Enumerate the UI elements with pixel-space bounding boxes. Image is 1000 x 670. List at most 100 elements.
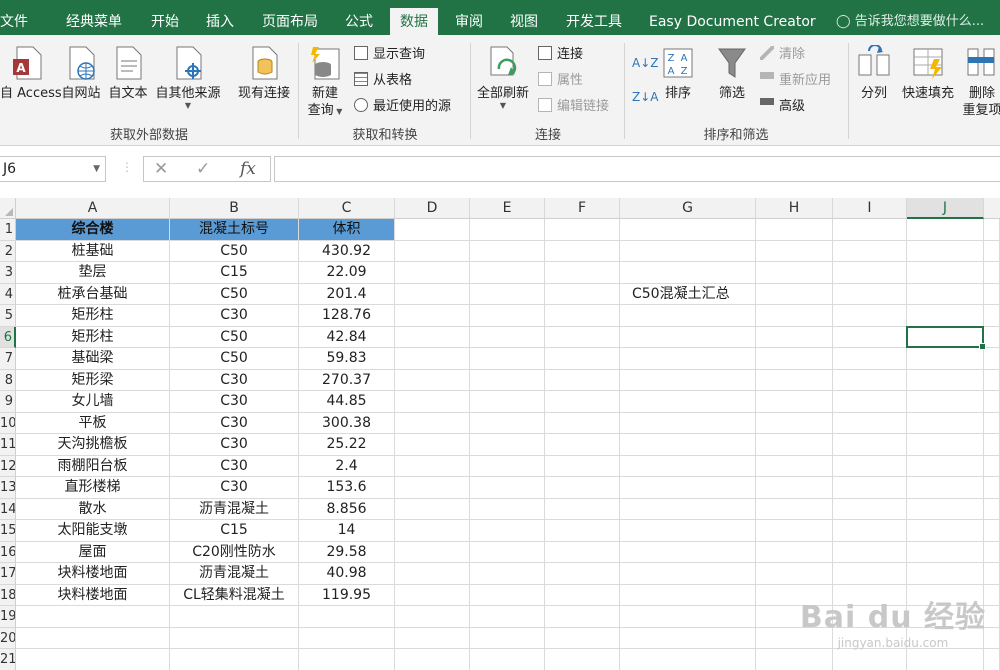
grid-cell[interactable]: [470, 477, 545, 499]
grid-cell[interactable]: [756, 219, 833, 241]
grid-cell[interactable]: [984, 326, 1000, 348]
grid-cell[interactable]: [470, 391, 545, 413]
row-header[interactable]: 13: [0, 477, 16, 499]
grid-cell[interactable]: [470, 563, 545, 585]
grid-cell[interactable]: [395, 520, 470, 542]
tab-developer[interactable]: 开发工具: [566, 0, 622, 35]
grid-cell[interactable]: [620, 649, 756, 670]
grid-cell[interactable]: [984, 348, 1000, 370]
grid-cell[interactable]: [470, 219, 545, 241]
grid-cell[interactable]: [395, 434, 470, 456]
advanced-filter-button[interactable]: 高级: [760, 97, 805, 117]
grid-cell[interactable]: [984, 498, 1000, 520]
grid-cell[interactable]: [833, 391, 907, 413]
grid-cell[interactable]: [620, 305, 756, 327]
grid-cell[interactable]: [299, 627, 395, 649]
table-cell[interactable]: 270.37: [299, 369, 395, 391]
grid-cell[interactable]: [16, 627, 170, 649]
grid-cell[interactable]: [545, 412, 620, 434]
grid-cell[interactable]: [395, 412, 470, 434]
table-cell[interactable]: 天沟挑檐板: [16, 434, 170, 456]
table-cell[interactable]: 太阳能支墩: [16, 520, 170, 542]
grid-cell[interactable]: [907, 305, 984, 327]
tab-home[interactable]: 开始: [151, 0, 179, 35]
grid-cell[interactable]: [907, 369, 984, 391]
column-header-a[interactable]: A: [16, 198, 170, 219]
table-cell[interactable]: 沥青混凝土: [170, 498, 299, 520]
row-header[interactable]: 10: [0, 412, 16, 434]
table-cell[interactable]: 矩形梁: [16, 369, 170, 391]
grid-cell[interactable]: [545, 649, 620, 670]
grid-cell[interactable]: [545, 477, 620, 499]
table-cell[interactable]: C30: [170, 412, 299, 434]
grid-cell[interactable]: [833, 369, 907, 391]
table-cell[interactable]: 2.4: [299, 455, 395, 477]
grid-cell[interactable]: [395, 391, 470, 413]
sort-button[interactable]: Z A A Z 排序: [660, 45, 696, 102]
grid-cell[interactable]: [907, 412, 984, 434]
cancel-icon[interactable]: ✕: [154, 159, 168, 179]
grid-cell[interactable]: [470, 455, 545, 477]
row-header[interactable]: 1: [0, 219, 16, 241]
grid-cell[interactable]: [984, 477, 1000, 499]
grid-cell[interactable]: [545, 348, 620, 370]
row-header[interactable]: 18: [0, 584, 16, 606]
grid-cell[interactable]: [620, 391, 756, 413]
grid-cell[interactable]: [395, 455, 470, 477]
table-cell[interactable]: 基础梁: [16, 348, 170, 370]
grid-cell[interactable]: [170, 606, 299, 628]
table-cell[interactable]: 14: [299, 520, 395, 542]
table-cell[interactable]: 201.4: [299, 283, 395, 305]
insert-function-icon[interactable]: fx: [240, 159, 256, 179]
grid-cell[interactable]: [984, 412, 1000, 434]
grid-cell[interactable]: [984, 520, 1000, 542]
table-cell[interactable]: 8.856: [299, 498, 395, 520]
row-header[interactable]: 19: [0, 606, 16, 628]
grid-cell[interactable]: [756, 283, 833, 305]
grid-cell[interactable]: [833, 649, 907, 670]
grid-cell[interactable]: [620, 455, 756, 477]
clear-filter-button[interactable]: 清除: [760, 45, 805, 65]
row-header[interactable]: 16: [0, 541, 16, 563]
tab-page-layout[interactable]: 页面布局: [262, 0, 318, 35]
table-cell[interactable]: C30: [170, 434, 299, 456]
grid-cell[interactable]: [620, 541, 756, 563]
grid-cell[interactable]: [907, 219, 984, 241]
grid-cell[interactable]: [833, 262, 907, 284]
row-header[interactable]: 6: [0, 326, 16, 348]
grid-cell[interactable]: [984, 305, 1000, 327]
grid-cell[interactable]: [170, 627, 299, 649]
table-cell[interactable]: 44.85: [299, 391, 395, 413]
from-other-sources-button[interactable]: 自其他来源 ▼: [152, 45, 224, 110]
table-cell[interactable]: 桩基础: [16, 240, 170, 262]
grid-cell[interactable]: [756, 434, 833, 456]
existing-connections-button[interactable]: 现有连接: [232, 45, 296, 102]
grid-cell[interactable]: [833, 498, 907, 520]
grid-cell[interactable]: [756, 391, 833, 413]
name-box[interactable]: J6 ▼: [0, 156, 106, 182]
grid-cell[interactable]: [395, 240, 470, 262]
grid-cell[interactable]: [907, 455, 984, 477]
new-query-button[interactable]: 新建 查询 ▼: [302, 45, 348, 120]
grid-cell[interactable]: [756, 262, 833, 284]
grid-cell[interactable]: [545, 240, 620, 262]
grid-cell[interactable]: [756, 541, 833, 563]
grid-cell[interactable]: [756, 369, 833, 391]
grid-cell[interactable]: [907, 541, 984, 563]
column-header-b[interactable]: B: [170, 198, 299, 219]
formula-input[interactable]: [274, 156, 1000, 182]
grid-cell[interactable]: [395, 283, 470, 305]
grid-cell[interactable]: [470, 412, 545, 434]
grid-cell[interactable]: [984, 606, 1000, 628]
row-header[interactable]: 12: [0, 455, 16, 477]
grid-cell[interactable]: [620, 434, 756, 456]
grid-cell[interactable]: [395, 498, 470, 520]
row-header[interactable]: 17: [0, 563, 16, 585]
grid-cell[interactable]: [984, 219, 1000, 241]
grid-cell[interactable]: [470, 627, 545, 649]
grid-cell[interactable]: [470, 584, 545, 606]
sort-ascending-button[interactable]: A↓Z: [632, 53, 658, 73]
grid-cell[interactable]: [756, 520, 833, 542]
grid-cell[interactable]: [620, 262, 756, 284]
table-cell[interactable]: 矩形柱: [16, 326, 170, 348]
